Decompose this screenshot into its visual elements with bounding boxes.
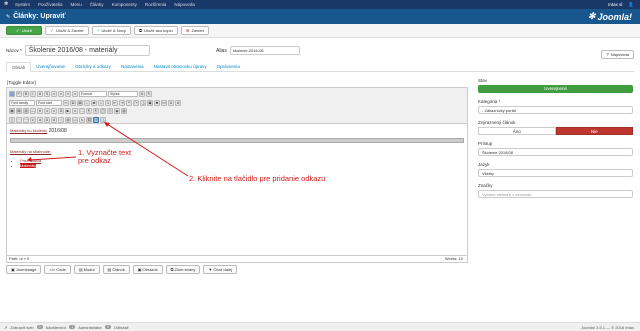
logout-link[interactable]: Odhlásiť xyxy=(114,325,129,330)
readmore-label: Čítať ďalej xyxy=(213,267,233,272)
joomimage-button[interactable]: ▣ Joomimage xyxy=(6,265,42,274)
file-icon: ▤ xyxy=(78,267,83,272)
picture-icon: ▣ xyxy=(137,267,142,272)
arrow-down-icon: ▼ xyxy=(208,267,213,272)
logout-badge: 0 xyxy=(104,325,111,329)
copy-icon: ⧉ xyxy=(170,267,174,272)
featured-no-button[interactable]: Nie xyxy=(555,127,633,135)
featured-toggle: Áno Nie xyxy=(478,127,633,135)
language-label: Jazyk xyxy=(478,162,490,167)
status-select[interactable]: Uverejnené xyxy=(478,85,633,93)
admins-badge: 1 xyxy=(69,325,76,329)
visitors-badge: 0 xyxy=(36,325,43,329)
image-label: Obrázok xyxy=(142,267,158,272)
pagebreak-label: Zlom strany xyxy=(174,267,196,272)
arrow-1-head xyxy=(27,157,32,162)
tags-input[interactable]: Vyberte niektoré z možností xyxy=(478,190,633,198)
article-button[interactable]: ▤ Článok xyxy=(102,265,130,274)
visitors-link[interactable]: Návštevníci xyxy=(46,325,67,330)
file-add-icon: ▤ xyxy=(107,267,112,272)
category-select[interactable]: - Zákaznícky portál xyxy=(478,106,633,114)
article-label: Článok xyxy=(112,267,125,272)
code-button[interactable]: </> Code xyxy=(44,265,71,274)
image-button[interactable]: ▣ Obrázok xyxy=(132,265,163,274)
picture-icon: ▣ xyxy=(11,267,15,272)
annotation-step-2: 2. Kliknite na tlačidlo pre pridanie odk… xyxy=(189,174,326,183)
view-site-link[interactable]: Zobraziť web xyxy=(10,325,33,330)
tags-label: Značky xyxy=(478,183,493,188)
readmore-button[interactable]: ▼ Čítať ďalej xyxy=(203,265,238,274)
module-label: Modul xyxy=(83,267,95,272)
arrow-1-line xyxy=(29,156,77,161)
pagebreak-button[interactable]: ⧉ Zlom strany xyxy=(165,265,201,274)
annotation-step-1: 1. Vyznačte text pre odkaz xyxy=(78,149,131,165)
code-label: Code xyxy=(56,267,66,272)
editor-extra-buttons: ▣ Joomimage </> Code ▤ Modul ▤ Článok ▣ Obráz… xyxy=(6,265,238,274)
code-icon: </> xyxy=(49,267,56,272)
admins-link[interactable]: Administrátor xyxy=(78,325,102,330)
access-select[interactable]: Školenie 2016/08 xyxy=(478,148,633,156)
category-label: Kategória * xyxy=(478,99,501,104)
featured-label: Zvýraznený článok xyxy=(478,120,516,125)
status-label: Stav xyxy=(478,78,488,83)
status-footer: ⇗ Zobraziť web 0 Návštevníci 1 Administr… xyxy=(0,322,640,331)
language-select[interactable]: Všetky xyxy=(478,169,633,177)
featured-yes-button[interactable]: Áno xyxy=(478,127,556,135)
joomimage-label: Joomimage xyxy=(15,267,37,272)
module-button[interactable]: ▤ Modul xyxy=(73,265,100,274)
copyright-text: Joomla! 3.5.1 — © 2016 Intax xyxy=(581,324,634,330)
sidebar-options: Stav Uverejnené Kategória * - Zákaznícky… xyxy=(478,78,633,198)
access-label: Prístup xyxy=(478,141,493,146)
annotation-step-1-line-2: pre odkaz xyxy=(78,156,111,165)
external-link-icon: ⇗ xyxy=(4,324,8,330)
arrow-2-head xyxy=(104,122,110,127)
